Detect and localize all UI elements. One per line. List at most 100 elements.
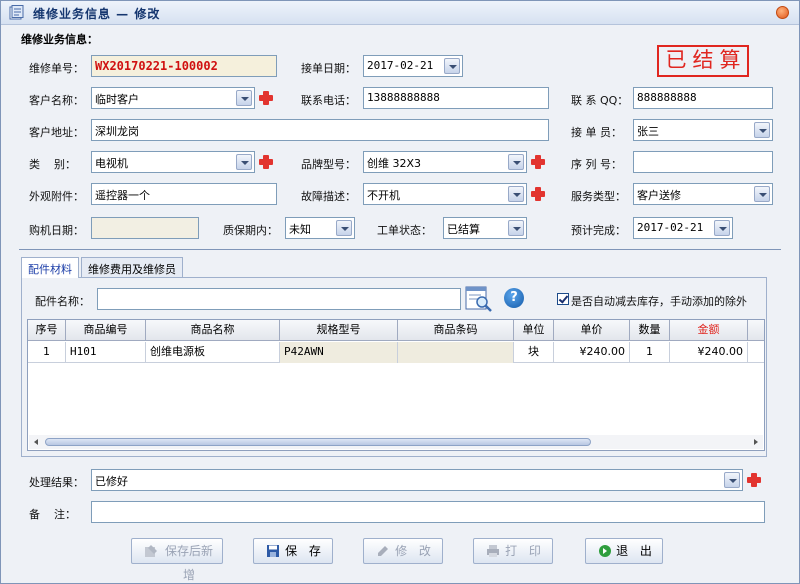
col-barcode[interactable]: 商品条码 <box>398 320 514 341</box>
col-code[interactable]: 商品编号 <box>66 320 146 341</box>
chevron-down-icon[interactable] <box>754 186 770 202</box>
category-select[interactable]: 电视机 <box>91 151 255 173</box>
receiver-value: 张三 <box>637 125 659 138</box>
remark-label: 备 注： <box>29 508 76 521</box>
section-label: 维修业务信息： <box>21 33 98 46</box>
help-icon[interactable]: ? <box>504 288 524 308</box>
receiver-select[interactable]: 张三 <box>633 119 773 141</box>
fault-label: 故障描述： <box>301 190 356 203</box>
result-select[interactable]: 已修好 <box>91 469 743 491</box>
brand-model-label: 品牌型号： <box>301 158 356 171</box>
cell-code: H101 <box>66 342 146 363</box>
category-value: 电视机 <box>95 157 128 170</box>
close-button[interactable] <box>776 6 789 19</box>
chevron-down-icon[interactable] <box>236 154 252 170</box>
add-customer-icon[interactable] <box>258 90 274 106</box>
add-brand-icon[interactable] <box>530 154 546 170</box>
chevron-down-icon[interactable] <box>724 472 740 488</box>
cell-qty: 1 <box>630 342 670 363</box>
horizontal-scrollbar[interactable] <box>29 435 763 449</box>
chevron-down-icon[interactable] <box>508 220 524 236</box>
grid-header: 序号 商品编号 商品名称 规格型号 商品条码 单位 单价 数量 金额 <box>28 320 764 341</box>
cell-barcode <box>398 342 514 363</box>
order-no-field[interactable]: WX20170221-100002 <box>91 55 277 77</box>
expected-finish-label: 预计完成： <box>571 224 626 237</box>
chevron-down-icon[interactable] <box>754 122 770 138</box>
qq-label: 联 系 QQ： <box>571 94 629 107</box>
cell-unit: 块 <box>514 342 554 363</box>
table-row[interactable]: 1 H101 创维电源板 P42AWN 块 ¥240.00 1 ¥240.00 <box>28 342 764 363</box>
col-spec[interactable]: 规格型号 <box>280 320 398 341</box>
accessories-field[interactable]: 遥控器一个 <box>91 183 277 205</box>
customer-name-value: 临时客户 <box>95 93 139 106</box>
tab-parts[interactable]: 配件材料 <box>21 257 79 278</box>
add-category-icon[interactable] <box>258 154 274 170</box>
order-status-select[interactable]: 已结算 <box>443 217 527 239</box>
edit-icon <box>378 546 388 556</box>
purchase-date-field[interactable] <box>91 217 199 239</box>
print-label: 打 印 <box>505 544 545 558</box>
printer-icon <box>487 545 499 557</box>
remark-field[interactable] <box>91 501 765 523</box>
expected-finish-value: 2017-02-21 <box>637 221 704 234</box>
cell-seq: 1 <box>28 342 66 363</box>
chevron-down-icon[interactable] <box>336 220 352 236</box>
date-dropdown-icon[interactable] <box>444 58 460 74</box>
address-label: 客户地址： <box>29 126 84 139</box>
result-value: 已修好 <box>95 475 128 488</box>
print-button[interactable]: 打 印 <box>473 538 553 564</box>
expected-finish-picker[interactable]: 2017-02-21 <box>633 217 733 239</box>
main-window: 维修业务信息 — 修改 维修业务信息： 已结算 维修单号： WX20170221… <box>0 0 800 584</box>
col-name[interactable]: 商品名称 <box>146 320 280 341</box>
document-icon <box>9 5 24 20</box>
search-icon[interactable] <box>465 286 493 312</box>
col-seq[interactable]: 序号 <box>28 320 66 341</box>
receive-date-value: 2017-02-21 <box>367 59 434 72</box>
parts-grid[interactable]: 序号 商品编号 商品名称 规格型号 商品条码 单位 单价 数量 金额 1 H10… <box>27 319 765 451</box>
col-unit[interactable]: 单位 <box>514 320 554 341</box>
chevron-down-icon[interactable] <box>508 186 524 202</box>
save-new-label: 保存后新增 <box>164 544 213 582</box>
save-button[interactable]: 保 存 <box>253 538 333 564</box>
exit-label: 退 出 <box>616 544 656 558</box>
warranty-select[interactable]: 未知 <box>285 217 355 239</box>
receive-date-picker[interactable]: 2017-02-21 <box>363 55 463 77</box>
cell-name: 创维电源板 <box>146 342 280 363</box>
scroll-left-icon[interactable] <box>34 439 38 445</box>
qq-field[interactable]: 888888888 <box>633 87 773 109</box>
edit-button[interactable]: 修 改 <box>363 538 443 564</box>
scroll-thumb[interactable] <box>45 438 591 446</box>
order-status-label: 工单状态： <box>377 224 432 237</box>
add-result-icon[interactable] <box>746 472 762 488</box>
chevron-down-icon[interactable] <box>236 90 252 106</box>
cell-amount: ¥240.00 <box>670 342 748 363</box>
service-type-select[interactable]: 客户送修 <box>633 183 773 205</box>
status-stamp: 已结算 <box>657 45 749 77</box>
col-amount[interactable]: 金额 <box>670 320 748 341</box>
purchase-date-label: 购机日期： <box>29 224 84 237</box>
scroll-right-icon[interactable] <box>754 439 758 445</box>
warranty-value: 未知 <box>289 223 311 236</box>
fault-select[interactable]: 不开机 <box>363 183 527 205</box>
chevron-down-icon[interactable] <box>508 154 524 170</box>
auto-deduct-checkbox[interactable] <box>557 293 569 305</box>
date-dropdown-icon[interactable] <box>714 220 730 236</box>
part-name-input[interactable] <box>97 288 461 310</box>
customer-name-select[interactable]: 临时客户 <box>91 87 255 109</box>
phone-field[interactable]: 13888888888 <box>363 87 549 109</box>
address-field[interactable]: 深圳龙岗 <box>91 119 549 141</box>
save-label: 保 存 <box>285 544 325 558</box>
cell-spec: P42AWN <box>280 342 398 363</box>
serial-no-field[interactable] <box>633 151 773 173</box>
window-title: 维修业务信息 — 修改 <box>33 7 161 21</box>
service-type-label: 服务类型： <box>571 190 626 203</box>
add-fault-icon[interactable] <box>530 186 546 202</box>
tab-fees-technicians[interactable]: 维修费用及维修员 <box>81 257 183 277</box>
brand-model-select[interactable]: 创维 32X3 <box>363 151 527 173</box>
col-qty[interactable]: 数量 <box>630 320 670 341</box>
col-price[interactable]: 单价 <box>554 320 630 341</box>
save-new-button[interactable]: 保存后新增 <box>131 538 223 582</box>
serial-no-label: 序 列 号： <box>571 158 622 171</box>
save-new-icon <box>145 545 157 557</box>
exit-button[interactable]: 退 出 <box>585 538 663 564</box>
